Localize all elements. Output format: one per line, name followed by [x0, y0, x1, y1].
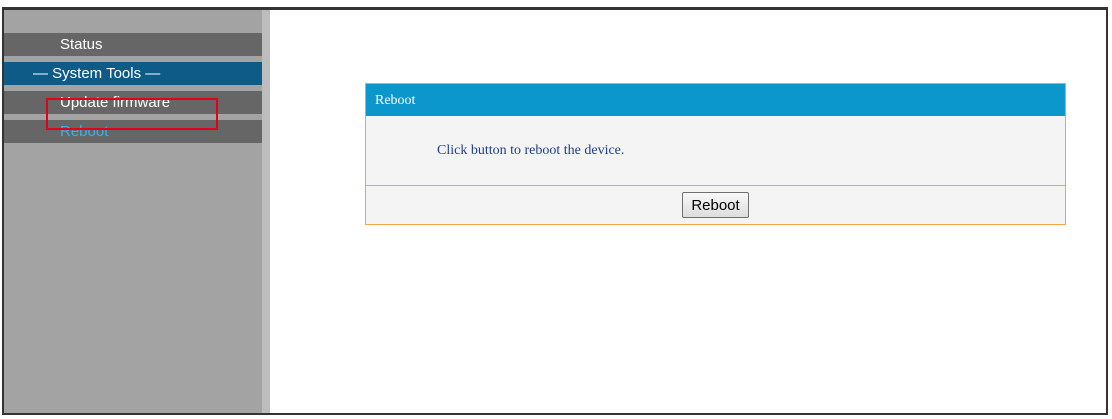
- reboot-button[interactable]: Reboot: [682, 192, 749, 218]
- sidebar-section-system-tools: — System Tools —: [4, 62, 262, 85]
- sidebar-item-reboot[interactable]: Reboot: [4, 120, 262, 143]
- panel-footer: Reboot: [366, 186, 1065, 224]
- app-frame: Status — System Tools — Update firmware …: [2, 7, 1108, 415]
- sidebar-item-label: Status: [60, 36, 103, 53]
- sidebar-item-label: Update firmware: [60, 94, 171, 111]
- reboot-panel: Reboot Click button to reboot the device…: [365, 83, 1066, 225]
- sidebar-section-label: — System Tools —: [33, 65, 161, 82]
- sidebar-item-update-firmware[interactable]: Update firmware: [4, 91, 262, 114]
- sidebar-item-status[interactable]: Status: [4, 33, 262, 56]
- panel-message: Click button to reboot the device.: [366, 116, 1065, 186]
- panel-title: Reboot: [366, 84, 1065, 116]
- sidebar-item-label: Reboot: [60, 123, 109, 140]
- sidebar: Status — System Tools — Update firmware …: [4, 10, 270, 413]
